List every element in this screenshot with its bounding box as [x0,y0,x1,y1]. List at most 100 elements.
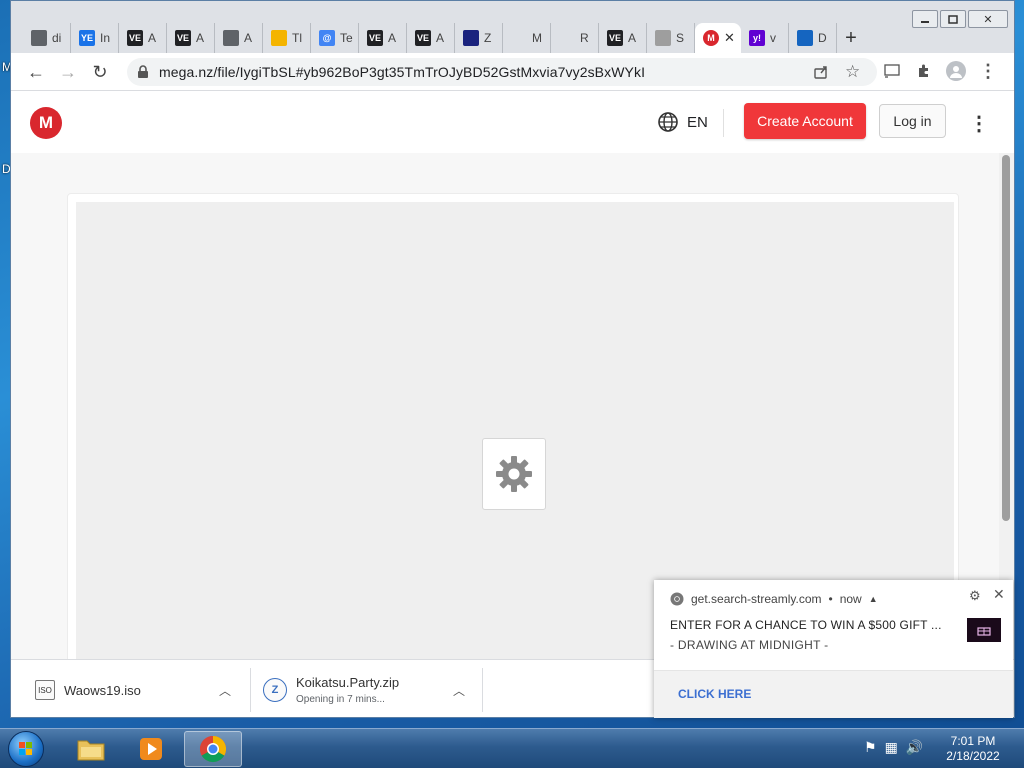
notification-image [967,618,1001,642]
tab-title: S [676,31,685,45]
browser-tab[interactable]: D [789,23,837,53]
browser-tab[interactable]: R [551,23,599,53]
share-icon[interactable] [813,64,829,84]
globe-icon [223,30,239,46]
scrollbar-thumb[interactable] [1002,155,1010,521]
notification-time: now [839,592,862,606]
mega-favicon-icon: M [703,30,719,46]
browser-tab[interactable]: VE A [359,23,407,53]
browser-tab[interactable]: VE A [407,23,455,53]
tab-title: Tl [292,31,302,45]
restore-icon [948,15,958,24]
browser-tab[interactable]: y! v [741,23,789,53]
chevron-up-icon[interactable]: ︿ [453,682,465,699]
system-clock[interactable]: 7:01 PM 2/18/2022 [940,734,1006,764]
login-button[interactable]: Log in [879,104,946,138]
ve-icon: VE [367,30,383,46]
browser-tab[interactable]: Tl [263,23,311,53]
browser-tab[interactable]: VE A [119,23,167,53]
tab-list: di YE In VE A VE A A Tl @ Te VE A VE A Z M R VE A S M ✕ y! v D + [23,23,865,53]
action-center-flag-icon[interactable]: ⚑ [864,739,877,756]
notification-title: ENTER FOR A CHANCE TO WIN A $500 GIFT ..… [670,618,942,632]
volume-icon[interactable]: 🔊 [906,739,923,756]
minimize-button[interactable] [912,10,938,28]
notification-close-icon[interactable]: ✕ [993,586,1005,603]
forward-button[interactable]: → [55,59,81,85]
loading-spinner [482,438,546,510]
tab-strip: di YE In VE A VE A A Tl @ Te VE A VE A Z M R VE A S M ✕ y! v D + ✕ [11,1,1014,53]
tab-title: A [244,31,253,45]
blank-icon [559,30,575,46]
browser-tab[interactable]: YE In [71,23,119,53]
browser-tab[interactable]: @ Te [311,23,359,53]
tab-title: A [628,31,637,45]
profile-avatar-icon[interactable] [946,61,966,81]
gift-icon [977,627,991,636]
yahoo-icon: y! [749,30,765,46]
tab-title: R [580,31,589,45]
back-arrow-icon: ← [27,61,45,82]
chevron-up-icon[interactable]: ▲ [869,594,878,604]
system-tray: ⚑ ▦ 🔊 [864,739,923,756]
at-icon: @ [319,30,335,46]
reload-button[interactable]: ↻ [87,59,113,85]
notification-body: - DRAWING AT MIDNIGHT - [670,638,829,652]
address-bar[interactable]: mega.nz/file/IygiTbSL#yb962BoP3gt35TmTrO… [127,58,877,86]
tab-close-icon[interactable]: ✕ [724,30,735,46]
download-filename: Waows19.iso [64,682,141,698]
language-selector[interactable]: EN [657,111,708,133]
close-window-button[interactable]: ✕ [968,10,1008,28]
taskbar-media-player[interactable] [122,731,180,767]
browser-tab[interactable]: VE A [599,23,647,53]
blank-icon [511,30,527,46]
forward-arrow-icon: → [59,61,77,82]
download-item[interactable]: Z Koikatsu.Party.zip Opening in 7 mins..… [251,668,483,712]
maximize-button[interactable] [940,10,966,28]
new-tab-button[interactable]: + [837,23,865,53]
tab-title: A [196,31,205,45]
folder-icon [77,740,105,761]
start-button[interactable] [8,731,44,767]
tab-title: v [770,31,776,45]
tab-title: M [532,31,542,45]
minimize-icon [921,21,929,23]
browser-tab-active[interactable]: M ✕ [695,23,741,53]
globe-icon [658,112,678,132]
browser-tab[interactable]: di [23,23,71,53]
browser-tab[interactable]: Z [455,23,503,53]
network-icon[interactable]: ▦ [885,739,898,756]
bookmark-star-icon[interactable]: ☆ [845,62,860,82]
tab-title: D [818,31,827,45]
browser-tab[interactable]: VE A [167,23,215,53]
web-push-notification[interactable]: get.search-streamly.com • now ▲ ⚙ ✕ ENTE… [654,580,1013,718]
chart-icon [797,30,813,46]
browser-tab[interactable]: S [647,23,695,53]
extensions-puzzle-icon[interactable] [913,60,935,82]
chevron-up-icon[interactable]: ︿ [219,682,231,699]
browser-tab[interactable]: A [215,23,263,53]
site-header: M EN Create Account Log in ⋮ [11,91,1014,153]
tab-title: A [148,31,157,45]
create-account-button[interactable]: Create Account [744,103,866,139]
download-item[interactable]: ISO Waows19.iso ︿ [11,668,251,712]
ve-icon: VE [127,30,143,46]
tab-title: di [52,31,62,45]
envelope-icon [463,30,479,46]
notification-action-button[interactable]: CLICK HERE [678,687,751,701]
reload-icon: ↻ [92,61,108,82]
notification-settings-icon[interactable]: ⚙ [969,588,981,604]
tab-title: A [388,31,397,45]
cast-icon[interactable] [881,60,903,82]
chrome-menu-icon[interactable]: ⋮ [977,60,999,82]
lock-icon [138,65,148,78]
notification-domain: get.search-streamly.com [691,592,822,606]
browser-tab[interactable]: M [503,23,551,53]
taskbar-chrome[interactable] [184,731,242,767]
back-button[interactable]: ← [23,59,49,85]
mega-logo[interactable]: M [30,107,62,139]
more-menu-icon[interactable]: ⋮ [969,111,989,136]
download-info: Waows19.iso [64,683,141,698]
clock-date: 2/18/2022 [946,749,1000,763]
taskbar-explorer[interactable] [62,731,120,767]
media-player-icon [140,738,162,760]
